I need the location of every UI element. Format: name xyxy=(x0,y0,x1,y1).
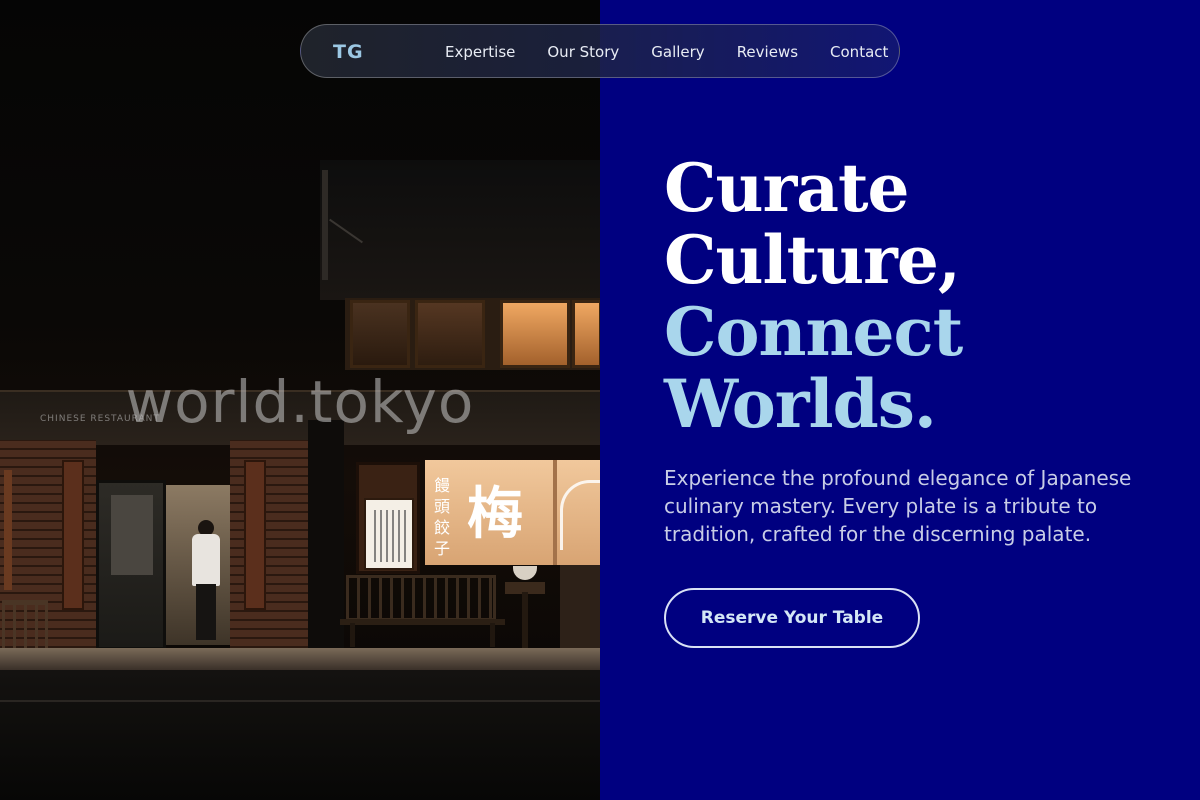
wooden-post xyxy=(308,420,344,670)
vertical-sign xyxy=(4,470,12,590)
person-figure xyxy=(190,520,224,640)
hero-panel: Curate Culture, Connect Worlds. Experien… xyxy=(600,0,1200,800)
noren-split xyxy=(553,460,557,565)
sign-pillar xyxy=(244,460,266,610)
top-navigation: TG Expertise Our Story Gallery Reviews C… xyxy=(300,24,900,78)
nav-links: Expertise Our Story Gallery Reviews Cont… xyxy=(445,25,888,79)
street xyxy=(0,670,600,800)
stool-with-bowl xyxy=(505,566,545,652)
nav-link-reviews[interactable]: Reviews xyxy=(737,43,798,61)
nav-link-expertise[interactable]: Expertise xyxy=(445,43,515,61)
headline-line-3: Connect xyxy=(664,293,963,371)
shop-door xyxy=(96,480,166,650)
watermark-text: world.tokyo xyxy=(125,368,475,436)
sign-pillar xyxy=(62,460,84,610)
noren-glyph: 梅 xyxy=(467,481,523,547)
plum-blossom-icon xyxy=(560,480,600,550)
brick-wall xyxy=(230,440,308,655)
sidewalk xyxy=(0,648,600,670)
upper-window xyxy=(415,300,485,368)
upper-roof xyxy=(320,160,600,300)
headline-line-2: Culture, xyxy=(664,221,961,299)
wall-segment xyxy=(560,565,600,655)
menu-board xyxy=(364,498,414,570)
door-glass xyxy=(111,495,153,575)
street-line xyxy=(0,700,600,702)
nav-link-contact[interactable]: Contact xyxy=(830,43,888,61)
upper-window-lit xyxy=(572,300,600,368)
upper-window xyxy=(350,300,410,368)
utility-pole xyxy=(322,170,328,280)
bench xyxy=(340,575,505,647)
reserve-table-button[interactable]: Reserve Your Table xyxy=(664,588,920,648)
nav-link-our-story[interactable]: Our Story xyxy=(547,43,619,61)
chair xyxy=(2,600,48,652)
hero-description: Experience the profound elegance of Japa… xyxy=(664,466,1132,546)
hero-photo: 饅頭餃子 梅 CHINESE RESTAURANT world.tokyo xyxy=(0,0,600,800)
headline-line-1: Curate xyxy=(664,149,910,227)
nav-link-gallery[interactable]: Gallery xyxy=(651,43,704,61)
noren-small-text: 饅頭餃子 xyxy=(433,476,450,558)
upper-window-lit xyxy=(500,300,570,368)
brand-logo[interactable]: TG xyxy=(333,25,364,79)
hero-headline: Curate Culture, Connect Worlds. xyxy=(664,152,1164,440)
headline-line-4: Worlds. xyxy=(664,365,937,443)
